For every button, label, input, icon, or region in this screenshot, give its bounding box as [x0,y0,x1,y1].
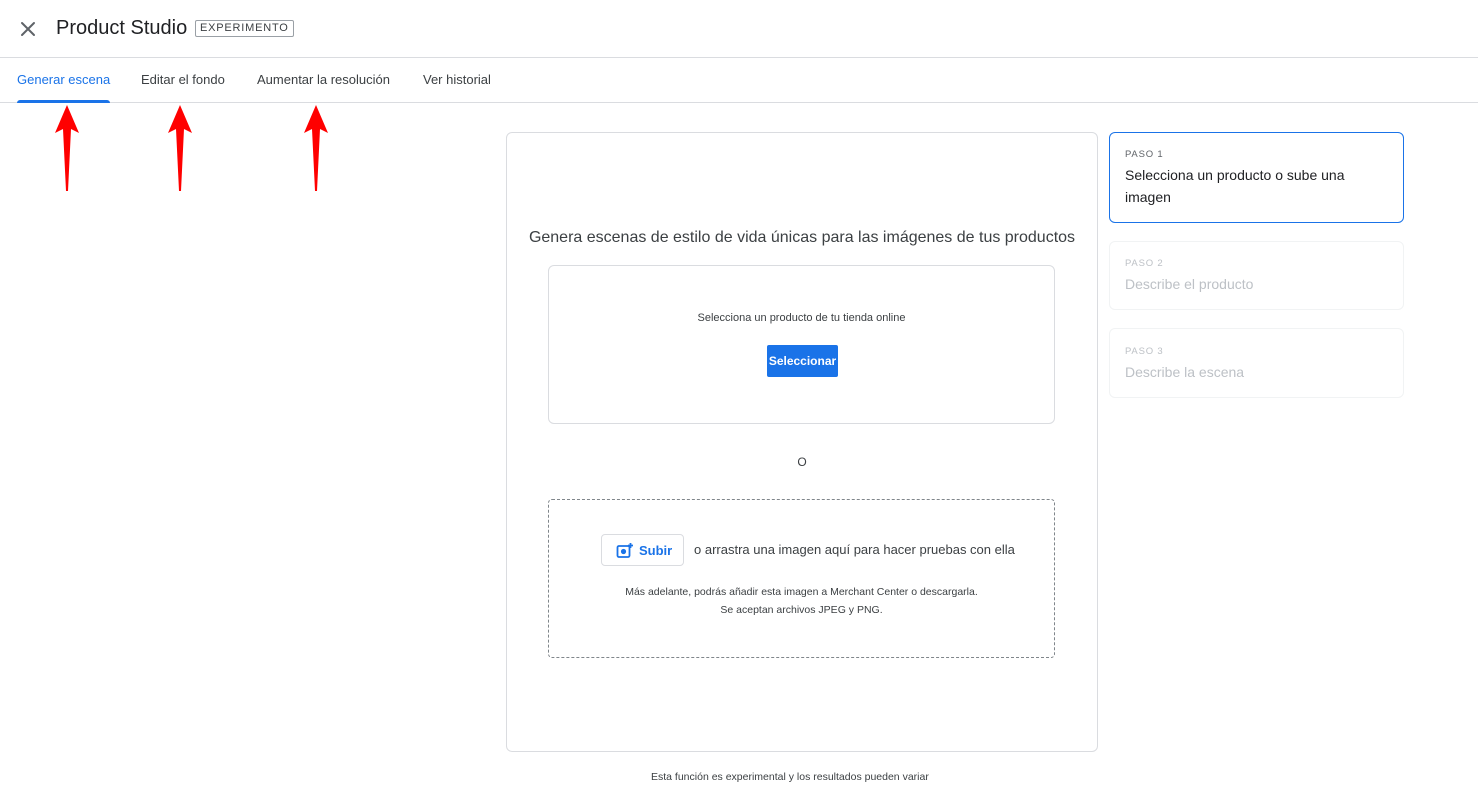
upload-dropzone[interactable]: Subir o arrastra una imagen aquí para ha… [548,499,1055,658]
generate-scene-card: Genera escenas de estilo de vida únicas … [506,132,1098,752]
experiment-badge: EXPERIMENTO [195,20,294,37]
close-button[interactable] [16,17,40,41]
tab-ver-historial[interactable]: Ver historial [423,58,491,102]
upload-button-label: Subir [639,543,673,558]
tab-generar-escena[interactable]: Generar escena [17,58,111,103]
step-1-title: Selecciona un producto o sube una imagen [1125,167,1345,205]
step-1-card[interactable]: PASO 1 Selecciona un producto o sube una… [1109,132,1404,223]
app-title: Product Studio [56,17,188,39]
select-product-text: Selecciona un producto de tu tienda onli… [697,312,906,324]
select-product-box: Selecciona un producto de tu tienda onli… [548,265,1055,424]
step-2-card: PASO 2 Describe el producto [1109,241,1404,310]
step-2-title: Describe el producto [1125,276,1254,292]
add-photo-icon [616,543,633,558]
select-button[interactable]: Seleccionar [767,345,838,377]
step-3-card: PASO 3 Describe la escena [1109,328,1404,398]
red-arrow-annotation-2 [168,105,192,191]
upload-note-formats: Se aceptan archivos JPEG y PNG. [720,604,883,616]
tab-aumentar-resolucion[interactable]: Aumentar la resolución [257,58,390,102]
close-icon [21,22,35,36]
step-3-title: Describe la escena [1125,364,1245,380]
upload-button[interactable]: Subir [601,534,684,566]
step-3-number: PASO 3 [1125,346,1164,357]
drag-drop-text: o arrastra una imagen aquí para hacer pr… [694,542,1015,557]
tab-bar: Generar escena Editar el fondo Aumentar … [0,58,1478,103]
tab-editar-fondo[interactable]: Editar el fondo [141,58,225,102]
or-divider-text: O [797,455,807,469]
red-arrow-annotation-3 [304,105,328,191]
step-2-number: PASO 2 [1125,258,1164,269]
step-1-number: PASO 1 [1125,149,1164,160]
upload-note-merchant: Más adelante, podrás añadir esta imagen … [625,586,978,598]
experimental-disclaimer: Esta función es experimental y los resul… [651,771,929,783]
red-arrow-annotation-1 [55,105,79,191]
app-header: Product Studio EXPERIMENTO [0,0,1478,58]
main-heading: Genera escenas de estilo de vida únicas … [528,229,1076,246]
